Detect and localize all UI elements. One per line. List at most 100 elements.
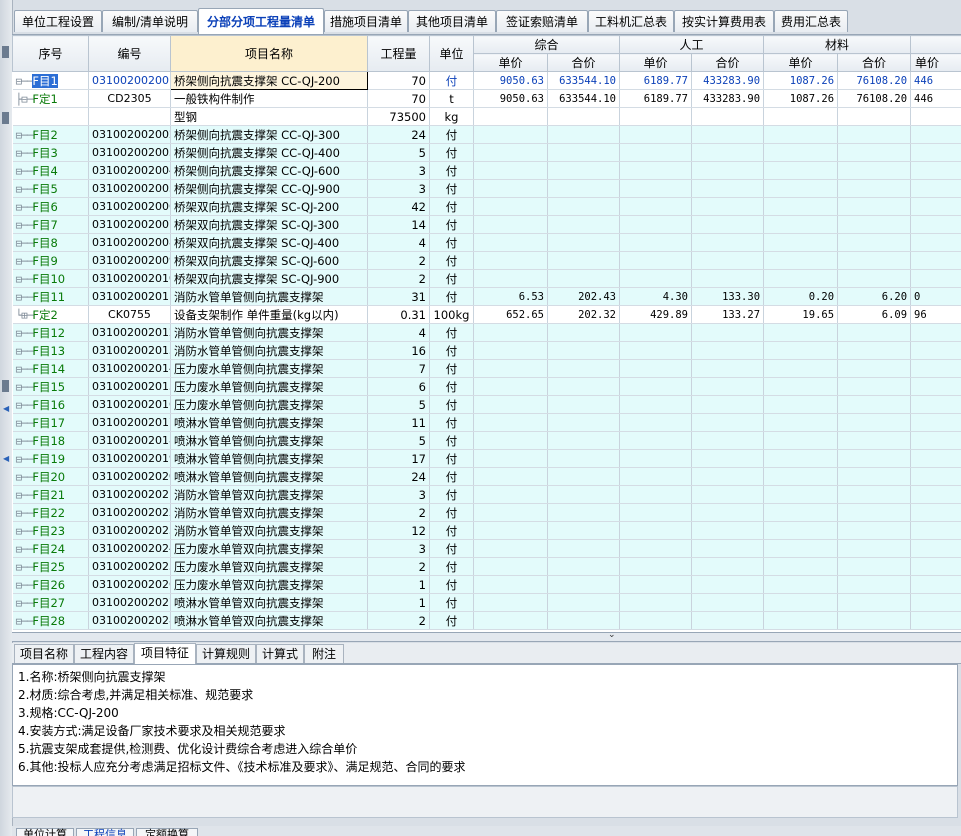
- tab-compilation-notes[interactable]: 编制/清单说明: [102, 10, 198, 32]
- row-price-cell[interactable]: 429.89: [619, 305, 693, 324]
- row-price-cell[interactable]: [837, 539, 912, 558]
- row-price-cell[interactable]: [763, 215, 839, 234]
- row-price-cell[interactable]: [910, 251, 961, 270]
- row-price-cell[interactable]: [763, 323, 839, 342]
- tree-toggle-icon[interactable]: ⊟──: [16, 201, 34, 214]
- row-name-cell[interactable]: 桥架双向抗震支撑架 SC-QJ-300: [170, 215, 368, 234]
- row-code-cell[interactable]: 031002002002: [88, 125, 171, 144]
- row-price-cell[interactable]: [910, 215, 961, 234]
- row-code-cell[interactable]: 031002002011: [88, 287, 171, 306]
- row-price-cell[interactable]: [691, 377, 765, 396]
- row-price-cell[interactable]: [547, 143, 621, 162]
- row-name-cell[interactable]: 喷淋水管单管侧向抗震支撑架: [170, 449, 368, 468]
- row-price-cell[interactable]: [691, 539, 765, 558]
- table-row[interactable]: ⊟──F目25 031002002025 压力废水单管双向抗震支撑架 2 付: [12, 557, 961, 576]
- row-price-cell[interactable]: [473, 431, 548, 450]
- row-price-cell[interactable]: [619, 143, 693, 162]
- table-row[interactable]: ⊟──F目12 031002002012 消防水管单管侧向抗震支撑架 4 付: [12, 323, 961, 342]
- row-name-cell[interactable]: 压力废水单管双向抗震支撑架: [170, 557, 368, 576]
- table-row[interactable]: ⊟──F目2 031002002002 桥架侧向抗震支撑架 CC-QJ-300 24 付: [12, 125, 961, 144]
- row-price-cell[interactable]: [473, 107, 548, 126]
- table-row[interactable]: ⊟──F目17 031002002017 喷淋水管单管侧向抗震支撑架 11 付: [12, 413, 961, 432]
- row-price-cell[interactable]: [547, 593, 621, 612]
- row-price-cell[interactable]: [619, 377, 693, 396]
- row-qty-cell[interactable]: 4: [367, 323, 430, 342]
- row-price-cell[interactable]: [837, 611, 912, 630]
- row-unit-cell[interactable]: 付: [429, 287, 474, 306]
- row-seq-cell[interactable]: ⊟──F目14: [12, 359, 89, 378]
- collapse-arrow-icon[interactable]: ◀: [3, 404, 9, 413]
- row-price-cell[interactable]: [910, 503, 961, 522]
- row-seq-cell[interactable]: ⊟──F目16: [12, 395, 89, 414]
- table-row[interactable]: └⊞─F定2 CK0755 设备支架制作 单件重量(kg以内) 0.31 100kg 65…: [12, 305, 961, 324]
- row-price-cell[interactable]: [691, 143, 765, 162]
- row-price-cell[interactable]: [619, 269, 693, 288]
- row-price-cell[interactable]: [619, 233, 693, 252]
- row-code-cell[interactable]: 031002002014: [88, 359, 171, 378]
- row-qty-cell[interactable]: 4: [367, 233, 430, 252]
- table-row[interactable]: ⊟──F目22 031002002022 消防水管单管双向抗震支撑架 2 付: [12, 503, 961, 522]
- row-price-cell[interactable]: [837, 485, 912, 504]
- row-price-cell[interactable]: 202.32: [547, 305, 621, 324]
- row-price-cell[interactable]: [547, 269, 621, 288]
- row-qty-cell[interactable]: 7: [367, 359, 430, 378]
- row-seq-cell[interactable]: ├⊟─F定1: [12, 89, 89, 108]
- row-unit-cell[interactable]: 付: [429, 431, 474, 450]
- tab-formula[interactable]: 计算式: [256, 644, 304, 663]
- row-price-cell[interactable]: [763, 161, 839, 180]
- table-row[interactable]: ⊟──F目18 031002002018 喷淋水管单管侧向抗震支撑架 5 付: [12, 431, 961, 450]
- table-row[interactable]: ⊟──F目23 031002002023 消防水管单管双向抗震支撑架 12 付: [12, 521, 961, 540]
- row-price-cell[interactable]: [910, 557, 961, 576]
- row-code-cell[interactable]: 031002002024: [88, 539, 171, 558]
- row-price-cell[interactable]: [691, 161, 765, 180]
- row-price-cell[interactable]: [910, 269, 961, 288]
- row-price-cell[interactable]: [910, 431, 961, 450]
- row-price-cell[interactable]: [837, 467, 912, 486]
- row-price-cell[interactable]: [547, 197, 621, 216]
- row-price-cell[interactable]: [763, 521, 839, 540]
- tab-quota-conversion[interactable]: 定额换算: [136, 828, 198, 836]
- row-code-cell[interactable]: 031002002019: [88, 449, 171, 468]
- row-code-cell[interactable]: 031002002022: [88, 503, 171, 522]
- row-price-cell[interactable]: [837, 593, 912, 612]
- table-row[interactable]: ⊟──F目13 031002002013 消防水管单管侧向抗震支撑架 16 付: [12, 341, 961, 360]
- row-price-cell[interactable]: [837, 125, 912, 144]
- tree-toggle-icon[interactable]: ⊟──: [16, 183, 34, 196]
- row-price-cell[interactable]: [547, 557, 621, 576]
- row-price-cell[interactable]: [763, 341, 839, 360]
- row-price-cell[interactable]: [691, 323, 765, 342]
- tree-toggle-icon[interactable]: ⊟──: [16, 75, 34, 88]
- row-price-cell[interactable]: [619, 125, 693, 144]
- row-code-cell[interactable]: 031002002021: [88, 485, 171, 504]
- tab-project-info[interactable]: 工程信息: [76, 828, 134, 836]
- row-price-cell[interactable]: [763, 503, 839, 522]
- row-price-cell[interactable]: [763, 431, 839, 450]
- tree-toggle-icon[interactable]: ⊟──: [16, 525, 34, 538]
- tree-toggle-icon[interactable]: ⊟──: [16, 615, 34, 628]
- row-unit-cell[interactable]: 付: [429, 467, 474, 486]
- row-unit-cell[interactable]: 付: [429, 593, 474, 612]
- row-unit-cell[interactable]: 付: [429, 503, 474, 522]
- row-price-cell[interactable]: [763, 107, 839, 126]
- row-seq-cell[interactable]: ⊟──F目6: [12, 197, 89, 216]
- row-price-cell[interactable]: [473, 557, 548, 576]
- row-price-cell[interactable]: [619, 197, 693, 216]
- row-seq-cell[interactable]: ⊟──F目4: [12, 161, 89, 180]
- row-unit-cell[interactable]: 付: [429, 215, 474, 234]
- row-unit-cell[interactable]: 付: [429, 449, 474, 468]
- row-price-cell[interactable]: [691, 251, 765, 270]
- row-code-cell[interactable]: 031002002016: [88, 395, 171, 414]
- row-code-cell[interactable]: 031002002027: [88, 593, 171, 612]
- row-price-cell[interactable]: 76108.20: [837, 89, 912, 108]
- tab-materials-summary[interactable]: 工料机汇总表: [588, 10, 674, 32]
- row-price-cell[interactable]: [910, 467, 961, 486]
- row-name-cell[interactable]: 消防水管单管侧向抗震支撑架: [170, 341, 368, 360]
- row-price-cell[interactable]: 6.53: [473, 287, 548, 306]
- row-qty-cell[interactable]: 0.31: [367, 305, 430, 324]
- row-price-cell[interactable]: [763, 539, 839, 558]
- tree-toggle-icon[interactable]: ⊟──: [16, 543, 34, 556]
- row-name-cell[interactable]: 喷淋水管单管双向抗震支撑架: [170, 611, 368, 630]
- row-price-cell[interactable]: [619, 593, 693, 612]
- row-code-cell[interactable]: CD2305: [88, 89, 171, 108]
- row-price-cell[interactable]: [473, 341, 548, 360]
